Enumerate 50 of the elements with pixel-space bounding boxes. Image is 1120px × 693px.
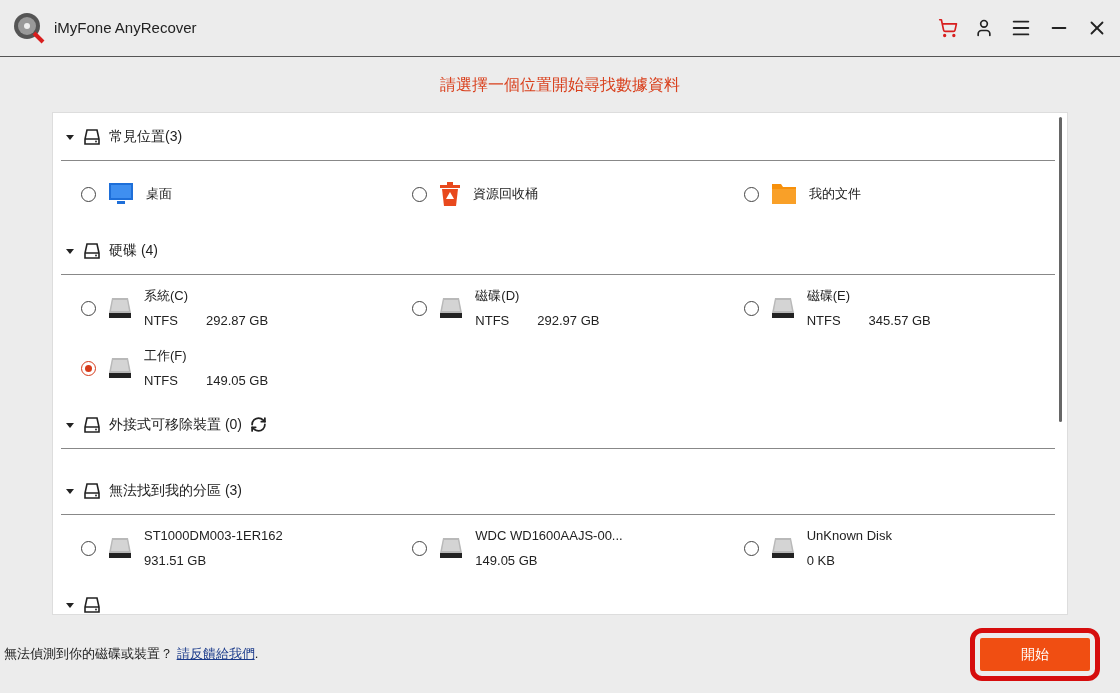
file-system: NTFS xyxy=(475,312,510,330)
monitor-icon xyxy=(108,182,134,206)
file-system: NTFS xyxy=(806,312,841,330)
drive-icon xyxy=(83,127,101,146)
section-title: 無法找到我的分區 (3) xyxy=(109,481,242,500)
location-name: 桌面 xyxy=(146,185,172,204)
drive-size: 149.05 GB xyxy=(475,552,538,570)
hard-drive-icon xyxy=(108,357,132,379)
section-title: 外接式可移除裝置 (0) xyxy=(109,415,242,434)
refresh-icon[interactable] xyxy=(250,416,267,433)
drive-size: 292.97 GB xyxy=(537,312,600,330)
hard-drive-icon xyxy=(108,537,132,559)
drive-icon xyxy=(83,241,101,260)
drive-icon xyxy=(83,481,101,500)
drive-name: 系統(C) xyxy=(144,286,190,305)
file-system: NTFS xyxy=(144,312,178,330)
drive-name: UnKnown Disk xyxy=(806,526,892,545)
drive-size: 345.57 GB xyxy=(868,312,931,330)
drive-name: 磁碟(E) xyxy=(806,286,851,305)
drive-size: 149.05 GB xyxy=(205,372,269,390)
file-system: NTFS xyxy=(144,372,178,390)
drive-name: WDC WD1600AAJS-00... xyxy=(475,526,623,545)
feedback-link[interactable]: 請反饋給我們 xyxy=(176,646,255,662)
drive-size: 0 KB xyxy=(806,552,835,570)
section-title: 常見位置(3) xyxy=(109,127,183,146)
hard-drive-icon xyxy=(108,297,132,319)
folder-icon xyxy=(770,183,797,205)
scrollbar-thumb[interactable] xyxy=(1059,117,1062,422)
drive-icon xyxy=(83,415,101,434)
drive-size: 931.51 GB xyxy=(144,552,207,570)
app-logo xyxy=(12,11,46,45)
drive-name: ST1000DM003-1ER162 xyxy=(144,526,283,545)
footer-message: 無法偵測到你的磁碟或裝置？ 請反饋給我們. xyxy=(4,645,259,664)
location-name: 我的文件 xyxy=(808,185,861,204)
user-icon[interactable] xyxy=(974,18,994,38)
hard-drive-icon xyxy=(770,537,795,559)
page-heading: 請選擇一個位置開始尋找數據資料 xyxy=(440,74,680,95)
hard-drive-icon xyxy=(439,537,464,559)
start-button[interactable]: 開始 xyxy=(980,637,1090,671)
drive-icon xyxy=(83,595,101,614)
hard-drive-icon xyxy=(439,297,464,319)
window-title: iMyFone AnyRecover xyxy=(54,17,197,38)
drive-name: 工作(F) xyxy=(144,346,188,365)
location-name: 資源回收桶 xyxy=(473,185,539,204)
drive-name: 磁碟(D) xyxy=(475,286,521,305)
trash-icon xyxy=(439,181,462,207)
drive-size: 292.87 GB xyxy=(205,312,269,330)
cart-icon[interactable] xyxy=(938,18,958,38)
section-title: 硬碟 (4) xyxy=(109,241,158,260)
hard-drive-icon xyxy=(770,297,795,319)
